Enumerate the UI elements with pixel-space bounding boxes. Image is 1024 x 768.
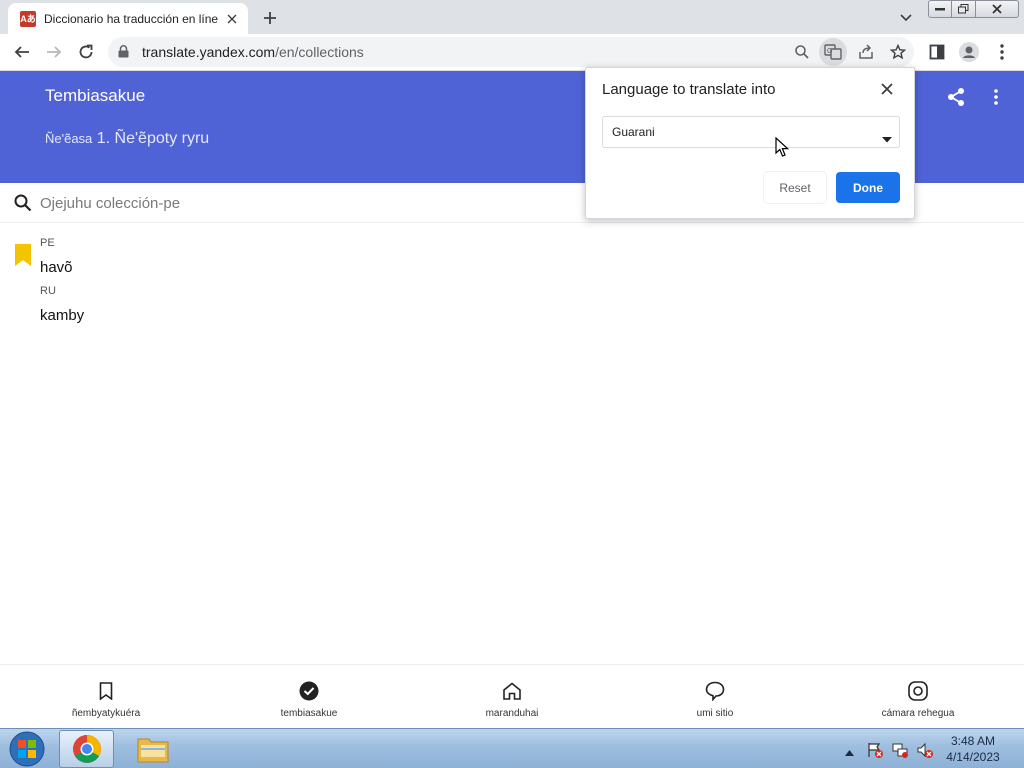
home-icon bbox=[502, 681, 522, 701]
translate-language-popup: Language to translate into Guarani Reset… bbox=[585, 67, 915, 219]
target-word: kamby bbox=[40, 307, 85, 324]
search-input[interactable] bbox=[40, 192, 540, 214]
new-tab-button[interactable] bbox=[258, 6, 282, 30]
share-page-icon[interactable] bbox=[852, 38, 880, 66]
mouse-cursor-icon bbox=[775, 136, 790, 163]
reload-icon[interactable] bbox=[72, 38, 100, 66]
tab-search-chevron-icon[interactable] bbox=[894, 6, 918, 30]
nav-label: umi sitio bbox=[696, 708, 734, 719]
nav-camera[interactable]: cámara rehegua bbox=[848, 665, 988, 729]
nav-label: cámara rehegua bbox=[881, 708, 955, 719]
translate-page-icon[interactable]: G bbox=[819, 38, 847, 66]
collection-subtitle: Ñe'ẽasa 1. Ñe'ẽpoty ryru bbox=[45, 130, 209, 148]
page-title: Tembiasakue bbox=[45, 86, 146, 105]
bookmark-icon bbox=[96, 681, 116, 701]
bookmark-star-icon[interactable] bbox=[884, 38, 912, 66]
share-icon[interactable] bbox=[942, 83, 970, 111]
check-circle-icon bbox=[299, 681, 319, 701]
network-icon[interactable] bbox=[891, 741, 909, 759]
restore-window-button[interactable] bbox=[951, 0, 976, 18]
profile-avatar-icon[interactable] bbox=[955, 38, 983, 66]
more-options-icon[interactable] bbox=[982, 83, 1010, 111]
browser-menu-icon[interactable] bbox=[988, 38, 1016, 66]
source-word: havõ bbox=[40, 259, 73, 276]
reset-button[interactable]: Reset bbox=[764, 172, 826, 203]
browser-tab[interactable]: Aあ Diccionario ha traducción en líne bbox=[8, 3, 248, 34]
yandex-translate-favicon-icon: Aあ bbox=[20, 10, 36, 27]
svg-text:G: G bbox=[827, 48, 832, 55]
minimize-window-button[interactable] bbox=[928, 0, 952, 18]
subtitle-main: 1. Ñe'ẽpoty ryru bbox=[96, 130, 210, 147]
done-button[interactable]: Done bbox=[836, 172, 900, 203]
bottom-navigation: ñembyatykuéra tembiasakue maranduhai umi… bbox=[0, 664, 1024, 728]
address-bar[interactable]: translate.yandex.com/en/collections G bbox=[108, 37, 914, 67]
language-select[interactable]: Guarani bbox=[602, 116, 900, 148]
search-icon bbox=[14, 194, 32, 217]
clock-time: 3:48 AM bbox=[950, 734, 996, 748]
volume-muted-icon[interactable] bbox=[916, 741, 934, 759]
close-tab-icon[interactable] bbox=[224, 11, 240, 27]
list-item[interactable]: PE havõ RU kamby bbox=[0, 230, 1024, 330]
url-text: translate.yandex.com/en/collections bbox=[142, 44, 364, 60]
nav-label: tembiasakue bbox=[280, 708, 338, 719]
show-hidden-icons-icon[interactable] bbox=[845, 743, 854, 761]
tab-title: Diccionario ha traducción en líne bbox=[44, 11, 219, 26]
close-window-button[interactable] bbox=[975, 0, 1019, 18]
back-arrow-icon[interactable] bbox=[8, 38, 36, 66]
source-language: PE bbox=[40, 237, 55, 249]
nav-label: maranduhai bbox=[485, 708, 539, 719]
nav-sites[interactable]: umi sitio bbox=[645, 665, 785, 729]
subtitle-prefix: Ñe'ẽasa bbox=[45, 131, 93, 146]
target-language: RU bbox=[40, 285, 56, 297]
dropdown-caret-icon bbox=[882, 130, 892, 148]
windows-taskbar: 3:48 AM 4/14/2023 bbox=[0, 728, 1024, 768]
nav-history[interactable]: tembiasakue bbox=[239, 665, 379, 729]
system-clock[interactable]: 3:48 AM 4/14/2023 bbox=[940, 733, 1006, 765]
file-explorer-icon[interactable] bbox=[125, 730, 180, 768]
forward-arrow-icon[interactable] bbox=[40, 38, 68, 66]
search-icon[interactable] bbox=[788, 38, 816, 66]
action-center-flag-icon[interactable] bbox=[866, 741, 884, 759]
start-button[interactable] bbox=[5, 730, 49, 768]
nav-home[interactable]: maranduhai bbox=[442, 665, 582, 729]
chat-bubble-icon bbox=[705, 681, 725, 701]
tab-strip: Aあ Diccionario ha traducción en líne bbox=[0, 0, 1024, 34]
camera-icon bbox=[908, 681, 928, 701]
nav-collections[interactable]: ñembyatykuéra bbox=[36, 665, 176, 729]
side-panel-icon[interactable] bbox=[923, 38, 951, 66]
clock-date: 4/14/2023 bbox=[946, 750, 1000, 764]
popup-title: Language to translate into bbox=[602, 81, 776, 98]
chrome-taskbar-icon[interactable] bbox=[59, 730, 114, 768]
close-icon[interactable] bbox=[876, 78, 898, 100]
bookmark-icon[interactable] bbox=[14, 244, 32, 271]
selected-language: Guarani bbox=[612, 125, 655, 139]
nav-label: ñembyatykuéra bbox=[71, 708, 141, 719]
browser-toolbar: translate.yandex.com/en/collections G bbox=[0, 34, 1024, 71]
lock-icon[interactable] bbox=[118, 45, 129, 63]
